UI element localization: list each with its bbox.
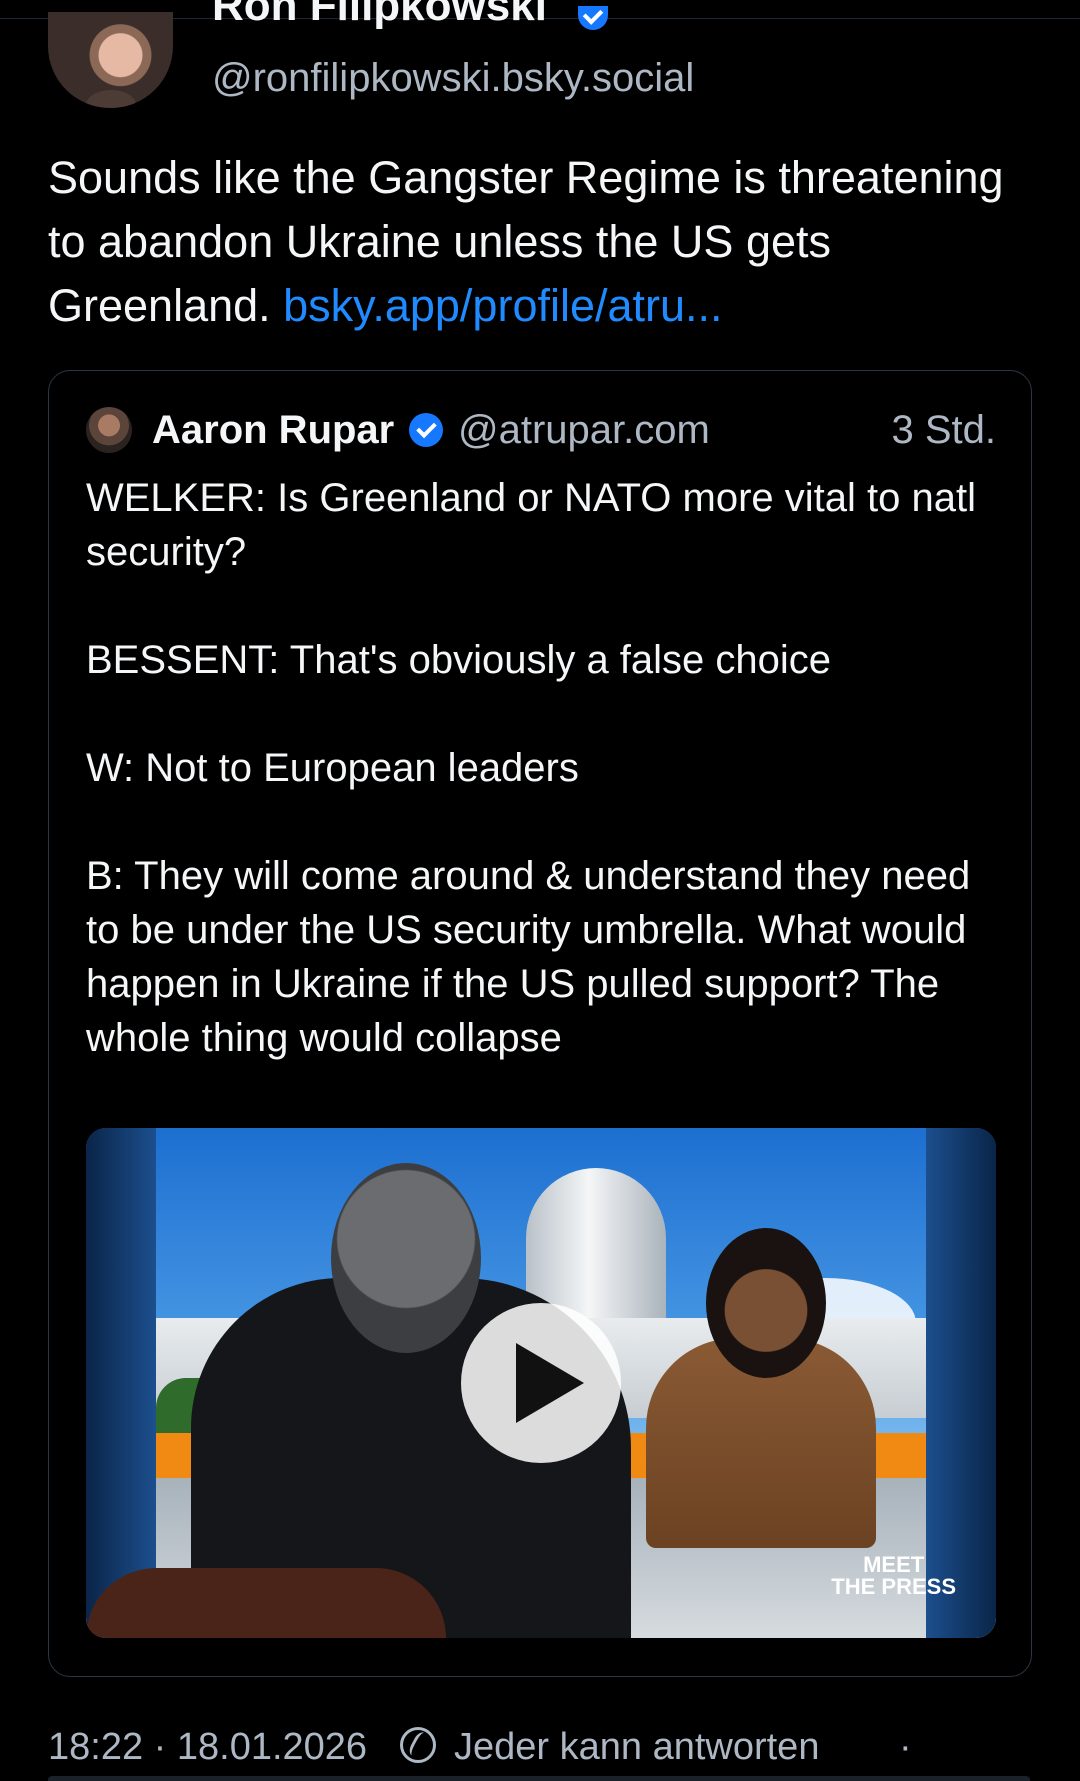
post-link[interactable]: bsky.app/profile/atru... [283,280,722,331]
post-timestamp: 18:22 · 18.01.2026 [48,1726,368,1768]
author-handle[interactable]: @ronfilipkowski.bsky.social [212,54,694,102]
bottom-bar [48,1776,1030,1781]
logo-line-2: THE PRESS [831,1574,956,1599]
play-icon[interactable] [461,1303,621,1463]
author-name[interactable]: Ron Filipkowski [212,0,547,32]
globe-icon [400,1727,436,1763]
author-avatar[interactable] [48,12,173,108]
quoted-post-time: 3 Std. [891,408,996,452]
video-host-head [706,1228,826,1378]
footer-separator: · [899,1726,912,1768]
quoted-post-header: Aaron Rupar @atrupar.com 3 Std. [86,405,996,455]
video-capitol-dome [526,1168,666,1318]
verified-badge-icon [578,6,608,30]
quoted-author-avatar[interactable] [86,407,132,453]
meet-the-press-logo: MEET THE PRESS [831,1554,956,1598]
quoted-post-card[interactable]: Aaron Rupar @atrupar.com 3 Std. WELKER: … [48,370,1032,1677]
quoted-post-text: WELKER: Is Greenland or NATO more vital … [86,476,976,1060]
quoted-author-handle[interactable]: @atrupar.com [458,405,710,455]
post-author: Ron Filipkowski @ronfilipkowski.bsky.soc… [48,0,1048,110]
post-text: Sounds like the Gangster Regime is threa… [48,146,1048,338]
video-guest-head [331,1163,481,1353]
logo-line-1: MEET [863,1552,925,1577]
post-footer: 18:22 · 18.01.2026 Jeder kann antworten … [48,1722,1048,1772]
reply-setting[interactable]: Jeder kann antworten [454,1722,819,1772]
video-chair [86,1568,446,1638]
verified-badge-icon [409,413,443,447]
quoted-author-name[interactable]: Aaron Rupar [152,405,394,455]
video-curtain-left [86,1128,156,1638]
video-thumbnail[interactable]: MEET THE PRESS [86,1128,996,1638]
